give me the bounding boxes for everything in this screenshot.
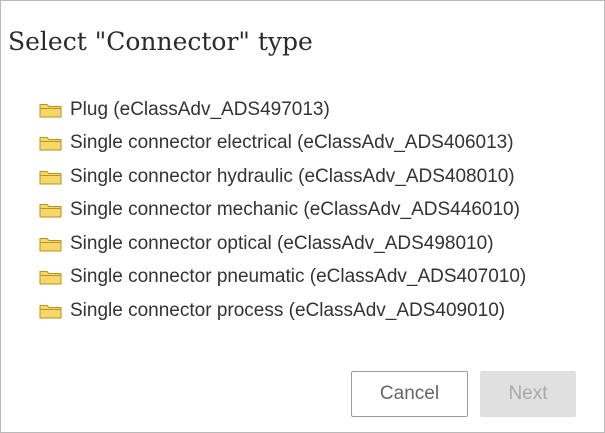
folder-icon [39, 103, 62, 118]
list-item[interactable]: Single connector hydraulic (eClassAdv_AD… [39, 160, 526, 194]
list-item-label: Single connector hydraulic (eClassAdv_AD… [70, 165, 515, 187]
list-item[interactable]: Single connector electrical (eClassAdv_A… [39, 127, 526, 161]
list-item[interactable]: Single connector optical (eClassAdv_ADS4… [39, 227, 526, 261]
list-item-label: Single connector pneumatic (eClassAdv_AD… [70, 266, 527, 288]
list-item[interactable]: Single connector mechanic (eClassAdv_ADS… [39, 194, 526, 228]
next-button[interactable]: Next [480, 371, 576, 417]
dialog-title: Select "Connector" type [8, 27, 313, 56]
folder-icon [39, 170, 62, 185]
list-item-label: Single connector process (eClassAdv_ADS4… [70, 299, 506, 321]
folder-icon [39, 204, 62, 218]
list-item-label: Single connector mechanic (eClassAdv_ADS… [70, 199, 520, 221]
folder-icon [39, 304, 62, 319]
cancel-button[interactable]: Cancel [351, 371, 468, 417]
list-item[interactable]: Plug (eClassAdv_ADS497013) [39, 93, 526, 127]
list-item-label: Single connector optical (eClassAdv_ADS4… [70, 232, 494, 254]
list-item-label: Single connector electrical (eClassAdv_A… [70, 132, 514, 154]
connector-type-list: Plug (eClassAdv_ADS497013) Single connec… [39, 93, 526, 328]
folder-icon [39, 237, 62, 252]
list-item[interactable]: Single connector process (eClassAdv_ADS4… [39, 294, 526, 328]
connector-type-dialog: Select "Connector" type Plug (eClassAdv_… [0, 0, 605, 433]
list-item-label: Plug (eClassAdv_ADS497013) [70, 98, 330, 120]
list-item[interactable]: Single connector pneumatic (eClassAdv_AD… [39, 261, 526, 295]
folder-icon [39, 271, 62, 285]
folder-icon [39, 137, 62, 151]
